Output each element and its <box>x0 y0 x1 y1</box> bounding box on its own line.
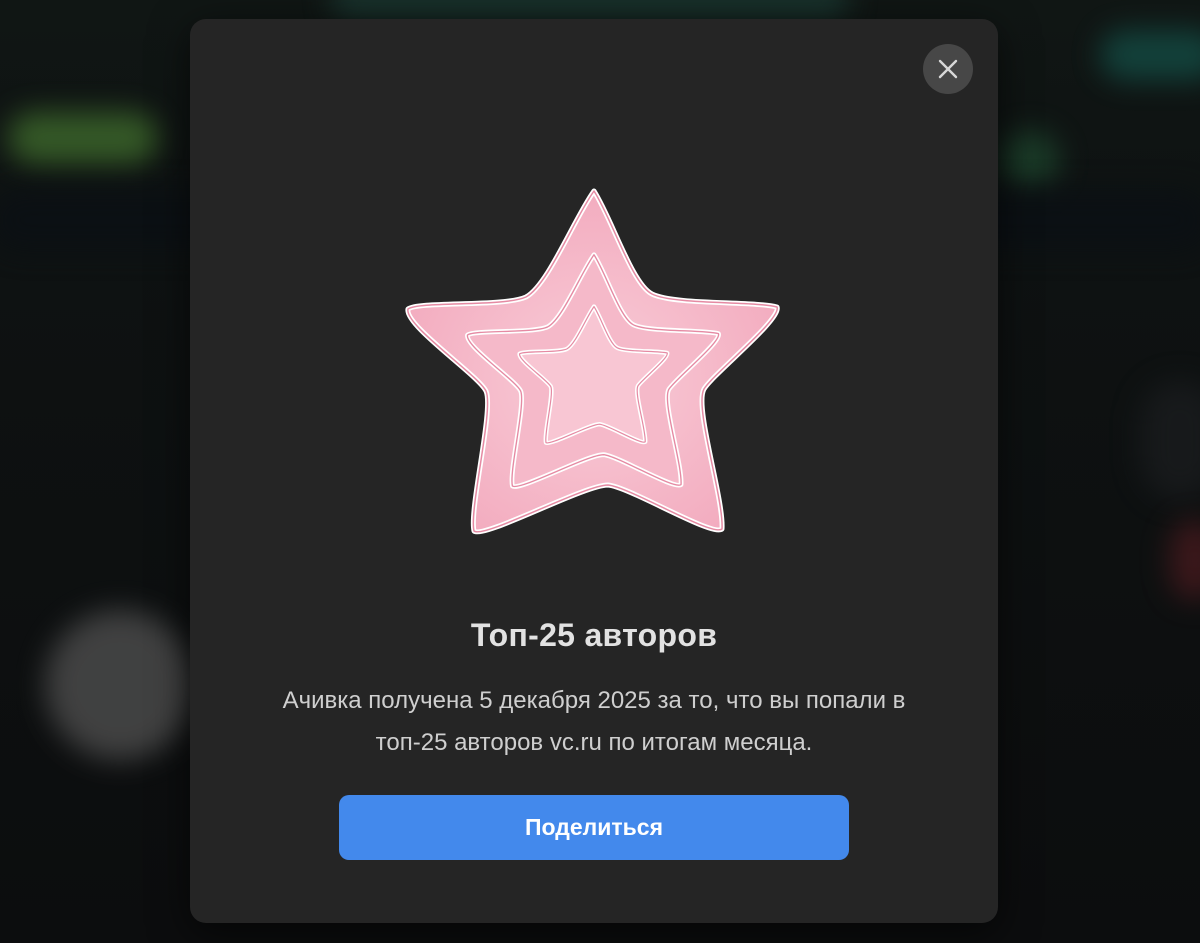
close-icon <box>938 59 958 79</box>
background-blur-shape <box>8 112 158 164</box>
share-button[interactable]: Поделиться <box>339 795 849 860</box>
background-blur-shape <box>1140 380 1200 500</box>
background-blur-shape <box>1000 130 1060 190</box>
background-blur-shape <box>1100 30 1200 80</box>
background-blur-shape <box>1170 520 1200 600</box>
close-button[interactable] <box>923 44 973 94</box>
achievement-title: Топ-25 авторов <box>470 617 718 653</box>
achievement-modal: Топ-25 авторов Ачивка получена 5 декабря… <box>190 19 998 923</box>
achievement-description: Ачивка получена 5 декабря 2025 за то, чт… <box>282 687 906 756</box>
background-blur-shape <box>45 610 195 760</box>
star-badge-icon <box>404 179 784 549</box>
background-blur-shape <box>330 0 850 20</box>
